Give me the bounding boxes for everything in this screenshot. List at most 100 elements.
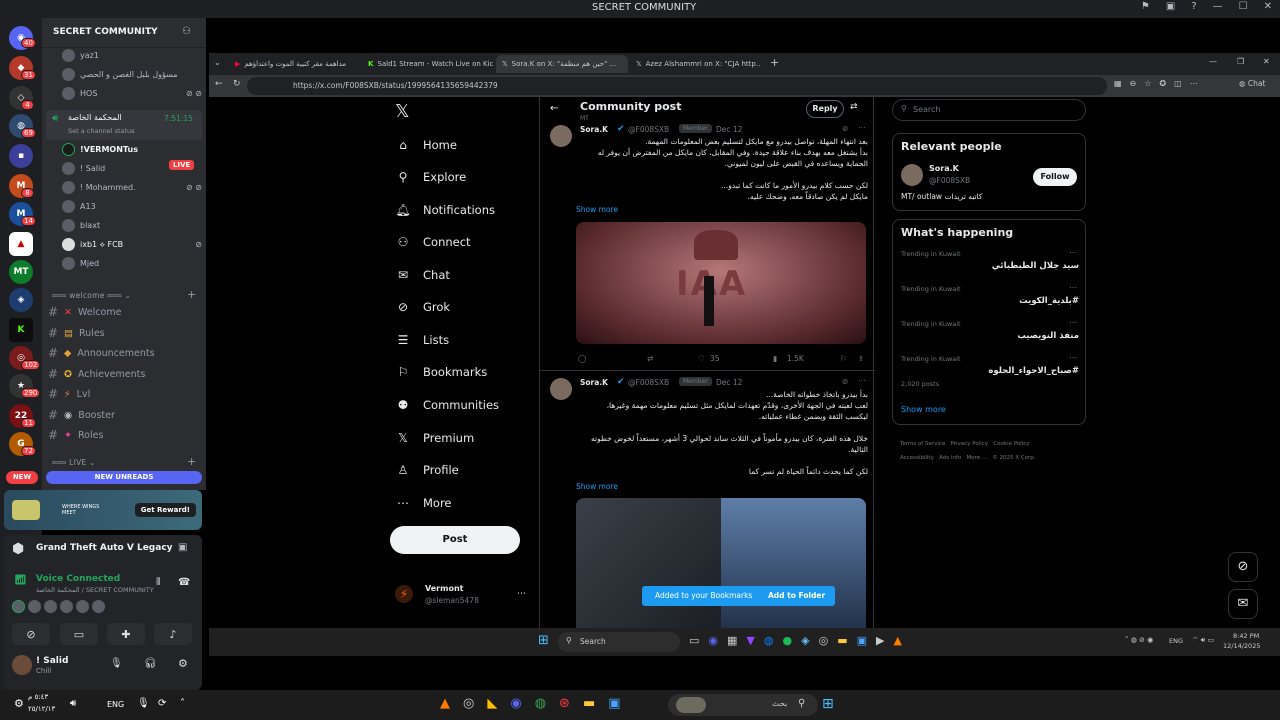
folder-icon[interactable]: ▬ — [583, 696, 595, 711]
show-more-link[interactable]: Show more — [901, 405, 946, 414]
voice-user[interactable]: ! Salid — [62, 159, 202, 178]
app-icon[interactable]: ▲ — [893, 634, 901, 647]
minimize-button[interactable]: — — [1213, 1, 1223, 12]
task-view-icon[interactable]: ▭ — [689, 634, 699, 647]
like-icon[interactable]: ♡ — [698, 354, 705, 363]
screen-share-button[interactable]: ▭ — [60, 623, 98, 645]
system-icons[interactable]: ⌔ 🔊︎ ▭ — [1192, 636, 1214, 645]
reply-button[interactable]: Reply — [806, 100, 844, 118]
reload-icon[interactable]: ↻ — [233, 79, 241, 89]
voice-user[interactable]: مسؤول بلبل الغصن و الحصي — [62, 65, 202, 84]
footer-link[interactable]: More ... — [966, 455, 987, 461]
back-icon[interactable]: ← — [215, 79, 223, 89]
nav-connect[interactable]: ⚇ Connect — [395, 230, 471, 254]
browser-tab[interactable]: ▶ مداهمة مقر كتيبة الموت واعتداؤهم — [229, 55, 361, 73]
new-tab-button[interactable]: + — [770, 56, 779, 69]
show-more-link[interactable]: Show more — [576, 205, 618, 214]
nav-lists[interactable]: ☰ Lists — [395, 328, 450, 352]
nav-chat[interactable]: ✉ Chat — [395, 263, 450, 287]
server-icon[interactable]: MT — [9, 260, 33, 284]
footer-link[interactable]: Terms of Service — [900, 441, 945, 447]
grok-icon[interactable]: ⊘ — [842, 377, 848, 386]
retweet-icon[interactable]: ⇄ — [647, 354, 653, 363]
voice-user[interactable]: Mjed — [62, 254, 202, 273]
voice-connected-status[interactable]: Voice Connected — [36, 574, 120, 584]
app-icon[interactable]: ▣ — [608, 696, 620, 711]
inbox-icon[interactable]: ⚑ — [1141, 1, 1150, 12]
address-bar[interactable]: https://x.com/F008SXB/status/19995641356… — [247, 77, 1107, 95]
footer-link[interactable]: Privacy Policy — [951, 441, 988, 447]
search-box[interactable]: ⚲ Search — [892, 99, 1086, 121]
headphones-icon[interactable]: 🎧︎ — [144, 658, 157, 669]
restore-button[interactable]: ❐ — [1237, 57, 1244, 66]
reply-icon[interactable]: ◯ — [578, 354, 586, 363]
channel-booster[interactable]: # ◉ Booster — [48, 405, 198, 425]
chevron-up-icon[interactable]: ˄ — [180, 698, 185, 709]
channel-welcome[interactable]: # ✕ Welcome — [48, 302, 198, 322]
minimize-button[interactable]: — — [1209, 57, 1217, 66]
close-button[interactable]: ✕ — [1264, 1, 1272, 12]
channel-lvl[interactable]: # ⚡ Lvl — [48, 384, 198, 404]
settings-gear-icon[interactable]: ⚙ — [178, 657, 188, 670]
trend-more-icon[interactable]: ⋯ — [1069, 283, 1077, 292]
trend-item[interactable]: Trending in Kuwait ⋯ #بلدية_الكويت — [893, 283, 1087, 319]
language-indicator[interactable]: ENG — [1169, 637, 1183, 645]
steam-icon[interactable]: ◈ — [801, 634, 809, 647]
language-indicator[interactable]: ENG — [107, 700, 124, 709]
avatar[interactable] — [550, 378, 572, 400]
app-icon[interactable]: ▲ — [440, 696, 450, 711]
app-icon[interactable]: ⊛ — [559, 696, 570, 711]
windows-start-icon[interactable]: ⊞ — [538, 633, 549, 648]
taskbar-search[interactable]: بحث ⚲ — [668, 694, 818, 716]
tweet-image[interactable]: IAA — [576, 222, 866, 344]
avatar[interactable] — [550, 125, 572, 147]
kick-server-icon[interactable]: K — [9, 318, 33, 342]
channel-roles[interactable]: # ✦ Roles — [48, 425, 198, 445]
media-player-icon[interactable]: ▶ — [876, 634, 884, 647]
footer-link[interactable]: Cookie Policy — [993, 441, 1029, 447]
voice-user[interactable]: blaxt — [62, 216, 202, 235]
extension-icons[interactable]: ▦⊖☆✪◫⋯ — [1114, 79, 1206, 88]
channel-rules[interactable]: # ▤ Rules — [48, 323, 198, 343]
mic-icon[interactable]: 🎙︎ — [110, 658, 123, 669]
add-channel-icon[interactable]: + — [187, 455, 196, 468]
screen-share-icon[interactable]: ▣ — [178, 542, 187, 553]
tab-search-icon[interactable]: ⌄ — [214, 58, 221, 67]
voice-user[interactable]: HOS ⊘ ⊘ — [62, 84, 202, 103]
x-logo-icon[interactable]: 𝕏 — [395, 101, 410, 122]
server-icon[interactable]: ▪ — [9, 144, 33, 168]
nav-explore[interactable]: ⚲ Explore — [395, 165, 467, 189]
spotify-icon[interactable]: ● — [783, 634, 793, 647]
get-reward-button[interactable]: Get Reward! — [134, 503, 196, 517]
discord-icon[interactable]: ◉ — [510, 696, 521, 711]
discord-icon[interactable]: ◉ — [708, 634, 718, 647]
footer-link[interactable]: Accessibility — [900, 455, 934, 461]
category-welcome[interactable]: ═══ welcome ═══ ⌄ — [52, 291, 131, 300]
volume-icon[interactable]: 🔊︎ — [70, 698, 76, 709]
tweet-image[interactable] — [576, 498, 866, 628]
nav-profile[interactable]: ♙ Profile — [395, 458, 459, 482]
grok-icon[interactable]: ⊘ — [842, 124, 848, 133]
voice-user[interactable]: A13 — [62, 197, 202, 216]
channel-status-input[interactable]: Set a channel status — [68, 127, 135, 135]
nav-grok[interactable]: ⊘ Grok — [395, 295, 450, 319]
app-icon[interactable]: ◣ — [487, 696, 497, 711]
disconnect-icon[interactable]: ☎ — [178, 577, 190, 588]
trend-item[interactable]: Trending in Kuwait ⋯ سيد جلال الطبطبائي — [893, 248, 1087, 284]
voice-channel-active[interactable]: 🔊︎ المحكمة الخاصة 7:51:15 Set a channel … — [46, 110, 202, 140]
twitch-icon[interactable]: ▼ — [746, 634, 754, 647]
settings-sliders-icon[interactable]: ⇄ — [850, 102, 858, 112]
settings-gear-icon[interactable]: ⚙ — [14, 697, 24, 710]
tweet-more-icon[interactable]: ⋯ — [858, 123, 866, 132]
nav-notifications[interactable]: 🔔︎ Notifications — [395, 198, 495, 222]
person-name[interactable]: Sora.K — [929, 164, 959, 173]
post-button[interactable]: Post — [390, 526, 520, 554]
nav-more[interactable]: ⋯ More — [395, 491, 452, 515]
nav-bookmarks[interactable]: ⚐ Bookmarks — [395, 360, 488, 384]
avatar[interactable] — [12, 655, 32, 675]
channel-achievements[interactable]: # ✪ Achievements — [48, 364, 198, 384]
trend-more-icon[interactable]: ⋯ — [1069, 353, 1077, 362]
avatar[interactable] — [901, 164, 923, 186]
camera-off-button[interactable]: ⊘ — [12, 623, 50, 645]
taskbar-search[interactable]: ⚲ Search — [558, 632, 680, 652]
